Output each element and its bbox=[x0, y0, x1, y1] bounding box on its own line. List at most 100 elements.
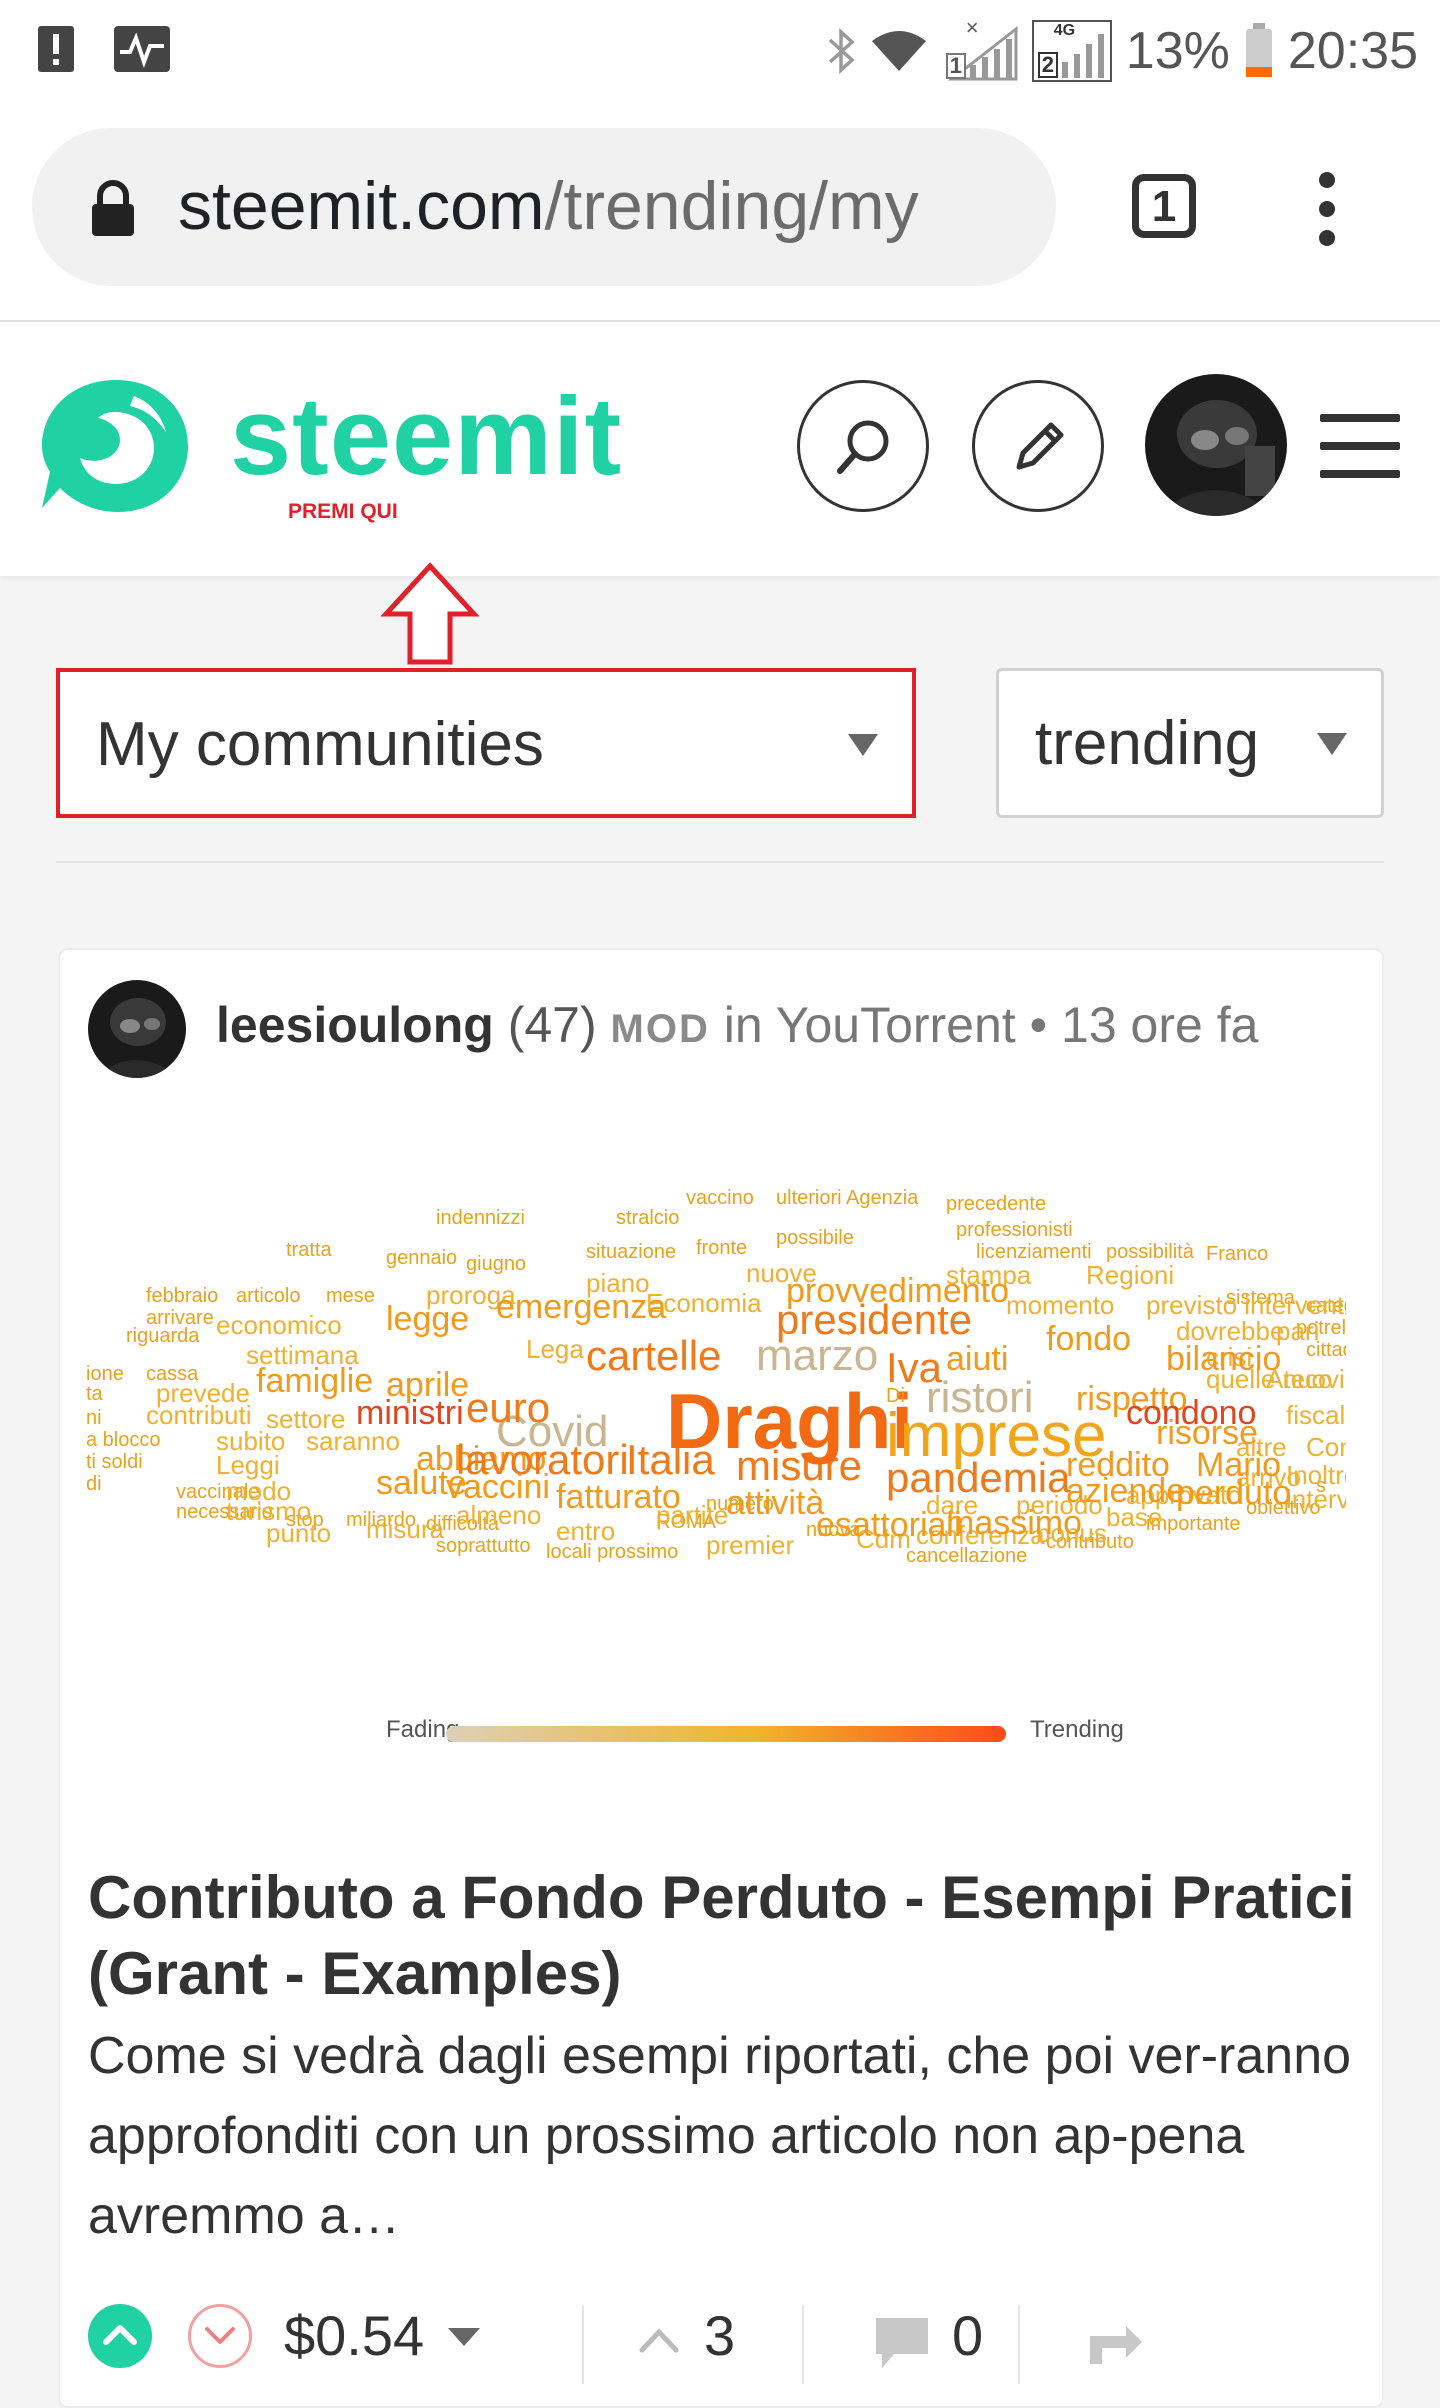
post-title[interactable]: Contributo a Fondo Perduto - Esempi Prat… bbox=[88, 1860, 1368, 2012]
write-post-button[interactable] bbox=[972, 380, 1104, 512]
community-link[interactable]: YouTorrent bbox=[776, 997, 1016, 1053]
svg-text:indennizzi: indennizzi bbox=[436, 1207, 525, 1229]
svg-text:riguarda: riguarda bbox=[126, 1325, 200, 1347]
svg-text:fondo: fondo bbox=[1046, 1320, 1131, 1358]
svg-text:Di: Di bbox=[886, 1385, 905, 1407]
resteem-icon[interactable] bbox=[1086, 2320, 1146, 2368]
post-time[interactable]: 13 ore fa bbox=[1061, 997, 1258, 1053]
no-signal-icon: × bbox=[965, 15, 979, 40]
pencil-icon bbox=[1016, 422, 1064, 470]
address-bar[interactable]: steemit.com/trending/my bbox=[32, 128, 1056, 286]
svg-text:a blocco: a blocco bbox=[86, 1429, 161, 1451]
svg-text:condono: condono bbox=[1126, 1394, 1256, 1432]
author-reputation: (47) bbox=[507, 997, 597, 1053]
comment-count[interactable]: 0 bbox=[952, 2300, 983, 2372]
downvote-button[interactable] bbox=[188, 2304, 252, 2368]
svg-text:gennaio: gennaio bbox=[386, 1247, 457, 1269]
network-badge: 4G bbox=[1053, 22, 1076, 39]
bluetooth-icon bbox=[828, 28, 855, 74]
svg-text:esattoriali: esattoriali bbox=[816, 1506, 962, 1544]
alert-icon bbox=[38, 26, 74, 72]
svg-text:premier: premier bbox=[706, 1530, 794, 1560]
svg-text:professionisti: professionisti bbox=[956, 1219, 1073, 1241]
steemit-logo-text[interactable]: steemit bbox=[230, 372, 622, 502]
hamburger-menu-icon[interactable] bbox=[1320, 414, 1400, 498]
battery-icon bbox=[1245, 23, 1272, 77]
browser-toolbar: steemit.com/trending/my 1 bbox=[0, 100, 1440, 322]
meta-separator: • bbox=[1029, 997, 1048, 1053]
post-excerpt[interactable]: Come si vedrà dagli esempi riportati, ch… bbox=[88, 2016, 1368, 2256]
comment-icon[interactable] bbox=[872, 2314, 932, 2372]
svg-text:stralcio: stralcio bbox=[616, 1207, 679, 1229]
upvote-button[interactable] bbox=[88, 2304, 152, 2368]
community-select-value: My communities bbox=[96, 710, 544, 779]
status-bar: 1 × 4G 2 13% 20:35 bbox=[0, 0, 1440, 100]
svg-text:situazione: situazione bbox=[586, 1241, 676, 1263]
svg-text:ulteriori: ulteriori bbox=[776, 1187, 842, 1209]
svg-text:mese: mese bbox=[326, 1285, 375, 1307]
sort-select[interactable]: trending bbox=[996, 668, 1384, 818]
payout-value[interactable]: $0.54 bbox=[284, 2300, 424, 2372]
clock: 20:35 bbox=[1287, 22, 1418, 80]
vote-count[interactable]: 3 bbox=[704, 2300, 735, 2372]
payout-dropdown-icon[interactable] bbox=[448, 2328, 480, 2346]
url-host: steemit.com bbox=[178, 168, 545, 244]
svg-text:entro: entro bbox=[556, 1516, 615, 1546]
svg-text:presidente: presidente bbox=[776, 1296, 972, 1343]
legend-trending: Trending bbox=[1030, 1716, 1124, 1743]
svg-text:Conte: Conte bbox=[1306, 1432, 1346, 1462]
community-select[interactable]: My communities bbox=[56, 668, 916, 818]
votes-chevron-icon[interactable] bbox=[636, 2322, 682, 2356]
separator bbox=[802, 2306, 804, 2384]
svg-text:lavoratori: lavoratori bbox=[456, 1436, 629, 1483]
user-avatar[interactable] bbox=[1145, 374, 1287, 516]
svg-text:Lega: Lega bbox=[526, 1334, 584, 1364]
chevron-down-icon bbox=[848, 734, 878, 756]
svg-text:ministri: ministri bbox=[356, 1394, 464, 1432]
svg-text:ni: ni bbox=[86, 1407, 102, 1429]
svg-text:emergenza: emergenza bbox=[496, 1288, 666, 1326]
svg-text:pari: pari bbox=[1276, 1316, 1319, 1346]
svg-text:giugno: giugno bbox=[466, 1253, 526, 1275]
site-header: steemit PREMI QUI bbox=[0, 322, 1440, 576]
separator bbox=[1018, 2306, 1020, 2384]
signal-icon: 4G 2 bbox=[1031, 20, 1112, 82]
activity-icon bbox=[114, 26, 170, 72]
word-cloud-legend: Fading Trending bbox=[86, 1704, 1346, 1764]
svg-text:attività: attività bbox=[726, 1484, 824, 1522]
svg-text:punto: punto bbox=[266, 1518, 331, 1548]
sim1-label: 1 bbox=[945, 53, 967, 79]
author-avatar[interactable] bbox=[88, 980, 186, 1078]
community-prefix: in bbox=[723, 997, 763, 1053]
svg-text:ione: ione bbox=[86, 1363, 124, 1385]
tab-switcher-button[interactable]: 1 bbox=[1132, 174, 1196, 238]
svg-text:soprattutto: soprattutto bbox=[436, 1535, 531, 1557]
svg-text:possibile: possibile bbox=[776, 1227, 854, 1249]
url-path: /trending/my bbox=[544, 168, 919, 244]
browser-menu-icon[interactable] bbox=[1312, 172, 1342, 246]
svg-text:aziende: aziende bbox=[1066, 1472, 1185, 1510]
chevron-down-icon bbox=[205, 2327, 235, 2344]
wifi-icon bbox=[871, 31, 926, 71]
search-button[interactable] bbox=[797, 380, 929, 512]
svg-text:legge: legge bbox=[386, 1300, 469, 1338]
post-thumbnail[interactable]: indennizzi stralcio vaccino ulteriori Agenzi… bbox=[86, 1174, 1400, 1743]
steemit-logo-icon[interactable] bbox=[38, 372, 194, 520]
svg-text:precedente: precedente bbox=[946, 1193, 1046, 1215]
svg-text:articolo: articolo bbox=[236, 1285, 300, 1307]
svg-text:euro: euro bbox=[466, 1384, 550, 1431]
svg-text:perduto: perduto bbox=[1176, 1474, 1291, 1512]
svg-text:Franco: Franco bbox=[1206, 1243, 1268, 1265]
svg-text:economico: economico bbox=[216, 1310, 342, 1340]
svg-text:momento: momento bbox=[1006, 1290, 1114, 1320]
svg-text:Draghi: Draghi bbox=[666, 1377, 913, 1465]
divider bbox=[56, 861, 1384, 863]
chevron-up-icon bbox=[103, 2325, 137, 2345]
post-card: leesioulong (47) MOD in YouTorrent • 13 … bbox=[58, 948, 1400, 2408]
svg-text:tratta: tratta bbox=[286, 1239, 332, 1261]
svg-text:imprese: imprese bbox=[886, 1401, 1107, 1470]
search-icon bbox=[837, 420, 889, 474]
svg-text:ta: ta bbox=[86, 1383, 104, 1405]
url-text[interactable]: steemit.com/trending/my bbox=[178, 166, 919, 246]
author-link[interactable]: leesioulong bbox=[216, 997, 494, 1053]
